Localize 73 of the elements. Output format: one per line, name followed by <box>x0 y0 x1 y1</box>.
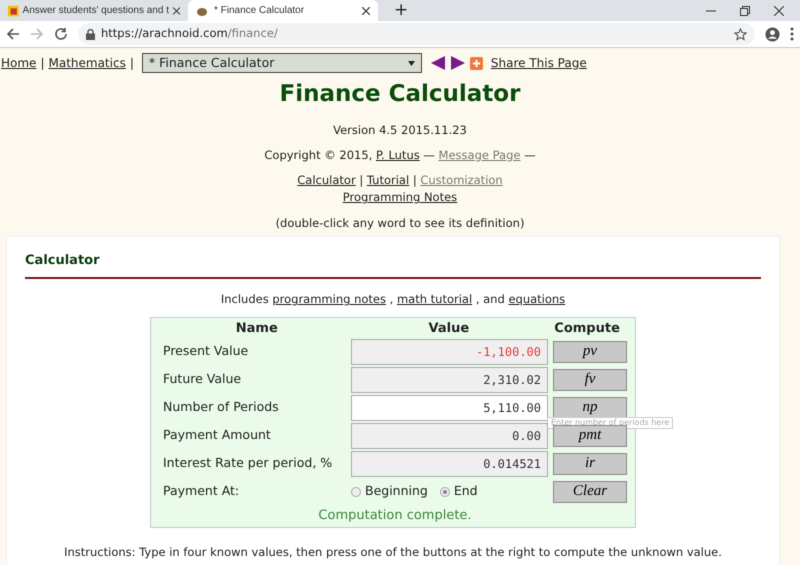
page-title: Finance Calculator <box>278 80 522 109</box>
separator-text: | <box>359 173 364 187</box>
compute-button[interactable]: ir <box>553 452 627 474</box>
includes-text: Includes <box>220 292 269 306</box>
value-field[interactable]: -1,100.00 <box>351 338 548 364</box>
back-icon[interactable] <box>6 27 20 41</box>
site-icon <box>8 4 19 16</box>
previous-arrow-icon[interactable] <box>430 55 446 71</box>
programming-notes-link[interactable]: Programming Notes <box>342 190 458 204</box>
value-field[interactable]: 5,110.00 <box>351 394 548 420</box>
section-link[interactable]: Calculator <box>297 173 356 187</box>
radio-label: End <box>454 482 478 500</box>
lock-icon <box>86 28 95 40</box>
browser-tab[interactable]: * Finance Calculator <box>188 0 378 21</box>
radio-label: Beginning <box>365 482 428 500</box>
column-header: Value <box>428 320 470 338</box>
reference-link[interactable]: programming notes <box>272 292 386 306</box>
dash-text: — <box>524 148 536 162</box>
value-field[interactable]: 2,310.02 <box>351 366 548 392</box>
status-text: Computation complete. <box>317 506 473 524</box>
section-title: Calculator <box>25 250 761 280</box>
radio-button[interactable] <box>440 486 450 496</box>
new-tab-button[interactable]: + <box>378 0 424 24</box>
compute-button[interactable]: fv <box>553 368 627 390</box>
value-field[interactable]: 0.014521 <box>351 450 548 476</box>
dash-text: — <box>423 148 435 162</box>
caret-icon <box>408 60 415 66</box>
section-link[interactable]: Tutorial <box>366 173 410 187</box>
field-label: Future Value <box>163 370 242 388</box>
copyright-text: Copyright © 2015, <box>264 148 372 162</box>
field-label: Present Value <box>163 342 250 360</box>
field-label: Payment Amount <box>163 426 272 444</box>
field-label: Payment At: <box>163 482 240 500</box>
compute-button[interactable]: np <box>553 396 627 418</box>
value-field[interactable]: 0.00 <box>351 422 548 448</box>
nav-link[interactable]: Mathematics <box>48 54 126 72</box>
hint-text: (double-click any word to see its definition) <box>274 214 526 232</box>
star-icon[interactable] <box>734 28 747 40</box>
column-header: Compute <box>553 320 621 338</box>
next-arrow-icon[interactable] <box>450 55 466 71</box>
reload-icon[interactable] <box>54 27 68 41</box>
close-icon[interactable] <box>362 6 370 14</box>
account-icon[interactable] <box>765 26 780 42</box>
section-link[interactable]: Customization <box>420 173 503 187</box>
reference-link[interactable]: math tutorial <box>396 292 472 306</box>
nav-link[interactable]: Home <box>1 54 36 72</box>
share-link[interactable]: Share This Page <box>490 54 587 72</box>
page-select[interactable]: * Finance Calculator <box>142 53 422 73</box>
instructions-text: Instructions: Type in four known values, then press one of the buttons at the right to compute the unknown value. <box>63 544 723 561</box>
restore-icon[interactable] <box>740 6 750 16</box>
close-window-icon[interactable] <box>774 6 784 16</box>
field-label: Number of Periods <box>163 398 280 416</box>
radio-button[interactable] <box>351 486 361 496</box>
compute-button[interactable]: pv <box>553 340 627 362</box>
clear-button[interactable]: Clear <box>553 480 627 502</box>
includes-text: , <box>390 292 394 306</box>
share-icon[interactable] <box>470 56 483 70</box>
separator-text: | <box>130 55 134 72</box>
version-text: Version 4.5 2015.11.23 <box>332 122 468 138</box>
compute-button[interactable]: pmt <box>553 424 627 446</box>
field-label: Interest Rate per period, % <box>163 454 334 472</box>
reference-link[interactable]: equations <box>508 292 566 306</box>
address-bar[interactable]: https://arachnoid.com/finance/ <box>78 23 755 45</box>
browser-tab[interactable]: Answer students' questions and t <box>0 0 188 21</box>
message-page-link[interactable]: Message Page <box>438 148 520 162</box>
url-text: https://arachnoid.com/finance/ <box>101 25 278 42</box>
includes-text: , and <box>476 292 505 306</box>
separator-text: | <box>40 55 44 72</box>
close-icon[interactable] <box>172 6 180 14</box>
author-link[interactable]: P. Lutus <box>376 148 420 162</box>
separator-text: | <box>412 173 417 187</box>
column-header: Name <box>234 320 279 338</box>
menu-icon[interactable] <box>790 27 794 41</box>
